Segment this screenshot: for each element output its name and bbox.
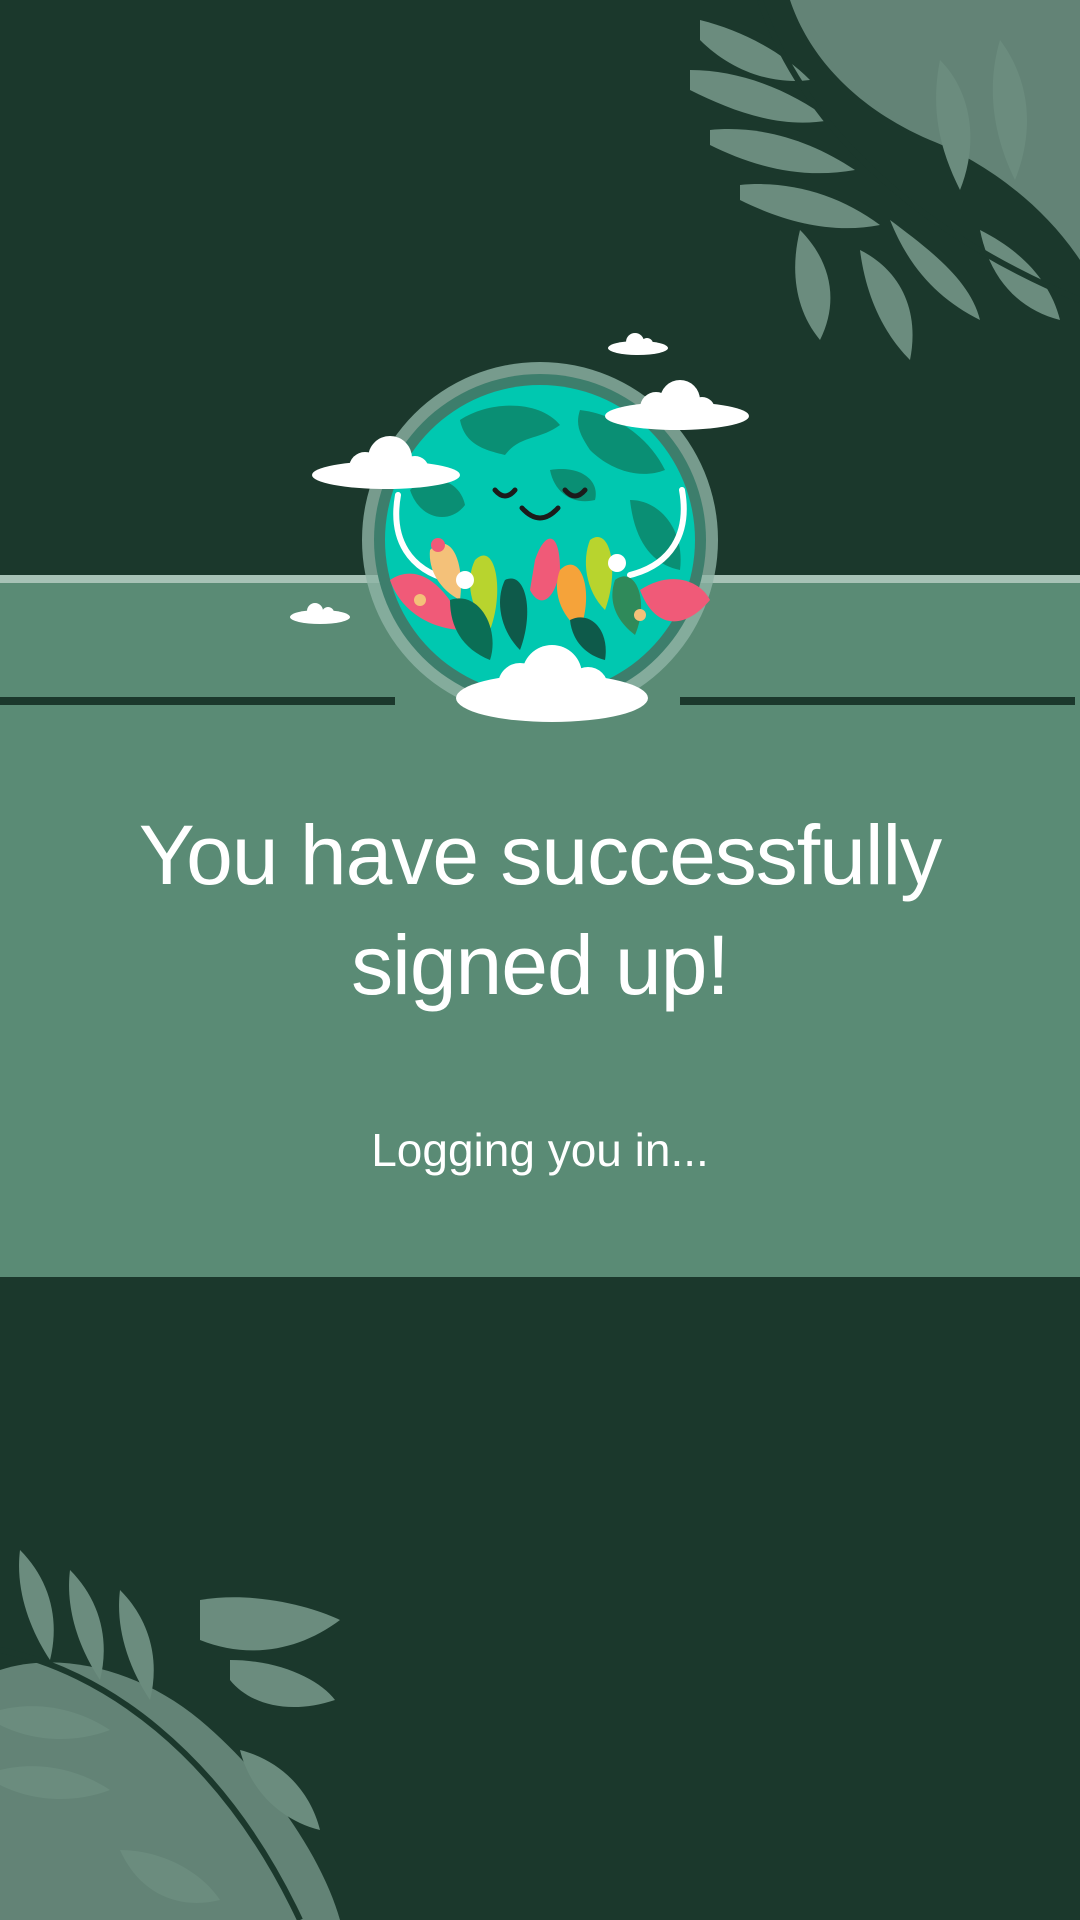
leaf-decoration-bottom-icon <box>0 1550 340 1920</box>
status-text: Logging you in... <box>371 1124 709 1176</box>
earth-meditating-illustration-icon <box>290 333 749 722</box>
page-title: You have successfully signed up! <box>138 808 942 1012</box>
leaf-decoration-top-icon <box>690 0 1080 360</box>
